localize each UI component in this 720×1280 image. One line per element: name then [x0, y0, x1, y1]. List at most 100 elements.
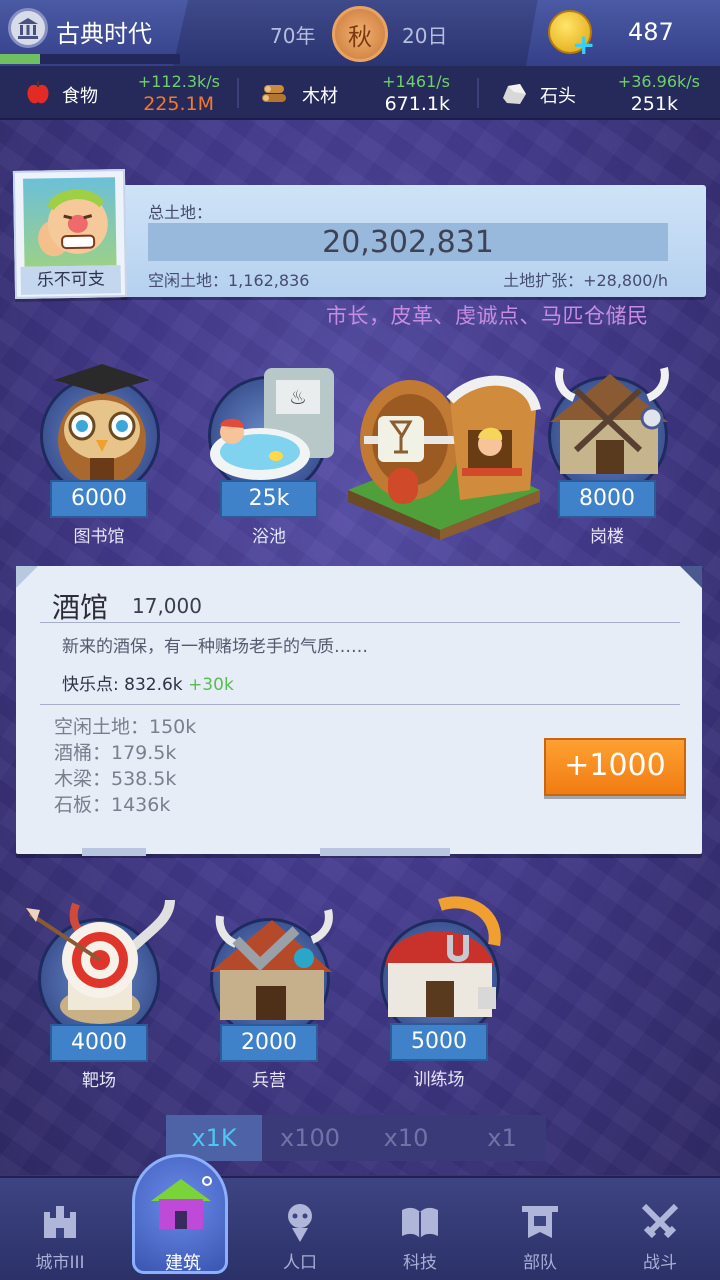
requirement-beam: 木梁：538.5k [54, 768, 177, 790]
bath-icon: ♨ [210, 368, 334, 480]
land-total-label: 总土地： [148, 203, 213, 222]
resource-total: 225.1M [143, 93, 214, 115]
training-helmet-icon [386, 896, 501, 1017]
requirement-barrel: 酒桶：179.5k [54, 742, 177, 764]
castle-icon [44, 1206, 76, 1238]
nav-label: 战斗 [643, 1253, 677, 1273]
happiness-value: 快乐点: 832.6k [62, 675, 183, 695]
panel-corner [680, 566, 702, 588]
nav-population[interactable]: 人口 [250, 1178, 350, 1280]
mayor-name: 乐不可支 [20, 265, 122, 295]
land-panel: 总土地： 20,302,831 空闲土地：1,162,836 土地扩张：+28,… [120, 185, 706, 297]
requirement-free-land: 空闲土地：150k [54, 716, 197, 738]
building-cost: 8000 [558, 480, 656, 518]
building-description: 新来的酒保，有一种赌场老手的气质…… [62, 637, 368, 657]
building-cost: 25k [220, 480, 318, 518]
building-name: 靶场 [82, 1071, 116, 1091]
resource-bar: 食物 +112.3k/s 225.1M 木材 +1461/s 671.1k 石头… [0, 66, 720, 120]
divider [477, 78, 479, 108]
divider [40, 704, 680, 705]
panel-tab [82, 848, 146, 856]
tavern-detail-panel: 酒馆 17,000 新来的酒保，有一种赌场老手的气质…… 快乐点: 832.6k… [16, 566, 702, 856]
apple-icon [27, 81, 49, 104]
mayor-portrait[interactable]: 乐不可支 [12, 169, 128, 299]
resource-food: 食物 +112.3k/s 225.1M [0, 66, 236, 120]
nav-label: 城市III [35, 1253, 85, 1273]
stone-icon [503, 84, 526, 104]
resource-name: 石头 [540, 86, 576, 107]
watchtower-icon [550, 367, 669, 474]
building-bath[interactable]: ♨ 25k 浴池 [204, 360, 344, 550]
resource-total: 251k [630, 93, 678, 115]
build-multiplier-selector: x1K x100 x10 x1 [166, 1115, 546, 1161]
building-name: 训练场 [413, 1070, 465, 1090]
land-total-value: 20,302,831 [322, 225, 494, 260]
building-cost: 5000 [390, 1023, 488, 1061]
book-icon [402, 1207, 438, 1238]
build-button[interactable]: +1000 [544, 738, 686, 796]
land-expansion: 土地扩张：+28,800/h [503, 271, 668, 290]
top-bar: 古典时代 70年 秋 20日 + 487 [0, 0, 720, 66]
building-tavern-selected[interactable] [340, 340, 550, 540]
building-archery-range[interactable]: 4000 靶场 [20, 890, 180, 1091]
nav-battle[interactable]: 战斗 [610, 1178, 710, 1280]
era-progress-fill [0, 54, 40, 64]
building-title: 酒馆 [52, 591, 109, 624]
house-icon [151, 1176, 212, 1229]
building-name: 兵营 [252, 1071, 286, 1091]
resource-rate: +1461/s [382, 72, 450, 91]
divider [237, 78, 239, 108]
tavern-barrel-icon [348, 375, 541, 540]
nav-technology[interactable]: 科技 [370, 1178, 470, 1280]
happiness-stat: 快乐点: 832.6k +30k [62, 670, 234, 695]
building-barracks[interactable]: 2000 兵营 [200, 900, 350, 1091]
panel-tab [320, 848, 450, 856]
building-watchtower[interactable]: 8000 岗楼 [540, 360, 680, 550]
crossed-swords-icon [641, 1203, 679, 1239]
officials-list[interactable]: 市长，皮革、虔诚点、马匹仓储民 [326, 300, 676, 330]
wood-logs-icon [262, 85, 286, 102]
building-library[interactable]: 6000 图书馆 [36, 360, 166, 550]
resource-name: 木材 [302, 86, 338, 107]
bottom-nav: 城市III 人口 科技 部队 战斗 [0, 1176, 720, 1280]
nav-label: 建筑 [165, 1253, 201, 1274]
building-cost: 2000 [220, 1024, 318, 1062]
land-total-bar: 20,302,831 [148, 223, 668, 261]
coin-count: 487 [628, 18, 674, 46]
banner-icon [522, 1206, 558, 1238]
resource-stone: 石头 +36.96k/s 251k [480, 66, 720, 120]
multiplier-100[interactable]: x100 [262, 1115, 358, 1161]
resource-rate: +112.3k/s [137, 72, 220, 91]
era-progress-bar [0, 54, 180, 64]
nav-label: 人口 [283, 1253, 317, 1273]
nav-buildings-active[interactable]: 建筑 [132, 1154, 228, 1274]
resource-rate: +36.96k/s [617, 72, 700, 91]
multiplier-10[interactable]: x10 [358, 1115, 454, 1161]
building-training-ground[interactable]: 5000 训练场 [370, 895, 520, 1090]
nav-troops[interactable]: 部队 [490, 1178, 590, 1280]
date-day: 20日 [402, 24, 448, 48]
date-year: 70年 [270, 24, 316, 48]
building-cost: 17,000 [132, 594, 202, 618]
panel-corner [16, 566, 38, 588]
nav-label: 科技 [403, 1253, 437, 1273]
mayor-avatar [23, 177, 117, 267]
nav-city[interactable]: 城市III [10, 1178, 110, 1280]
resource-total: 671.1k [384, 93, 450, 115]
nav-label: 部队 [523, 1253, 557, 1273]
resource-name: 食物 [62, 86, 98, 107]
season-badge: 秋 [332, 6, 388, 62]
barracks-icon [210, 909, 333, 1020]
requirement-slab: 石板：1436k [54, 794, 171, 816]
divider [40, 622, 680, 623]
svg-text:♨: ♨ [289, 385, 307, 409]
multiplier-1[interactable]: x1 [454, 1115, 550, 1161]
era-title[interactable]: 古典时代 [56, 14, 152, 49]
add-coins-icon[interactable]: + [572, 31, 596, 59]
building-name: 图书馆 [73, 527, 125, 547]
free-land: 空闲土地：1,162,836 [148, 271, 310, 290]
happiness-bonus: +30k [188, 675, 234, 695]
building-cost: 6000 [50, 480, 148, 518]
resource-wood: 木材 +1461/s 671.1k [240, 66, 476, 120]
library-owl-icon [54, 364, 150, 486]
